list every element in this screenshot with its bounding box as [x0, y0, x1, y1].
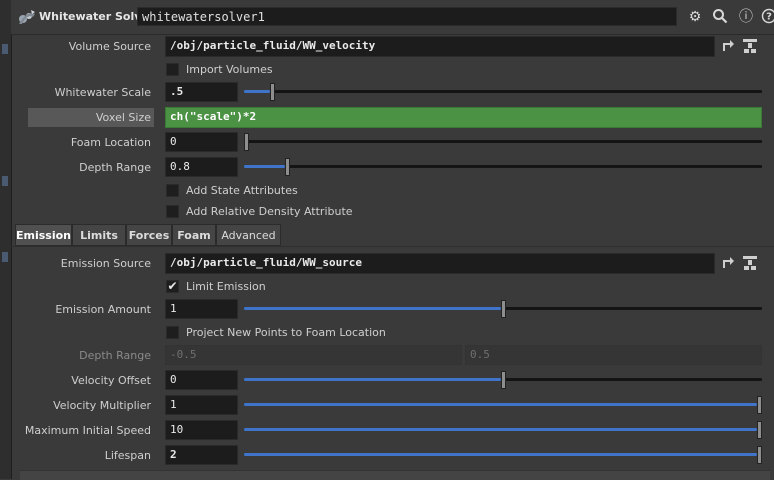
slider-handle[interactable]	[501, 300, 506, 318]
node-chooser-icon[interactable]	[742, 38, 758, 54]
emission-amount-label: Emission Amount	[11, 303, 151, 316]
search-icon[interactable]	[711, 8, 729, 26]
parameter-tab-bar: Emission Limits Forces Foam Advanced	[11, 224, 774, 247]
velocity-multiplier-label: Velocity Multiplier	[11, 399, 151, 412]
info-icon[interactable]: ⓘ	[737, 8, 755, 26]
max-initial-speed-slider[interactable]	[244, 420, 762, 440]
whitewater-scale-field[interactable]: .5	[165, 82, 238, 102]
lifespan-field[interactable]: 2	[165, 445, 238, 465]
lifespan-slider[interactable]	[244, 445, 762, 465]
depth-range-slider[interactable]	[244, 157, 762, 177]
add-relative-density-label: Add Relative Density Attribute	[186, 205, 353, 218]
volume-source-field[interactable]: /obj/particle_fluid/WW_velocity	[165, 36, 715, 57]
limit-emission-label: Limit Emission	[186, 280, 266, 293]
whitewater-scale-label: Whitewater Scale	[11, 86, 151, 99]
lifespan-label: Lifespan	[11, 449, 151, 462]
help-icon[interactable]: ?	[760, 8, 774, 26]
emission-amount-slider[interactable]	[244, 299, 762, 319]
emission-amount-field[interactable]: 1	[165, 299, 238, 319]
limit-emission-checkbox[interactable]: ✔	[166, 280, 179, 293]
volume-source-label: Volume Source	[11, 40, 151, 53]
slider-fill	[244, 307, 501, 310]
import-volumes-label: Import Volumes	[186, 63, 273, 76]
slider-fill	[244, 403, 757, 406]
gutter-marker	[2, 252, 8, 262]
slider-handle[interactable]	[244, 133, 249, 151]
slider-fill	[244, 165, 285, 168]
velocity-multiplier-field[interactable]: 1	[165, 395, 238, 415]
emission-depth-range-label: Depth Range	[11, 349, 151, 362]
emission-depth-range-min-field[interactable]: -0.5	[165, 345, 462, 365]
jump-to-operator-icon[interactable]	[720, 256, 736, 272]
foam-location-label: Foam Location	[11, 136, 151, 149]
slider-fill	[244, 453, 757, 456]
emission-depth-range-max-field[interactable]: 0.5	[465, 345, 762, 365]
slider-track	[244, 140, 762, 143]
emission-source-field[interactable]: /obj/particle_fluid/WW_source	[165, 253, 715, 274]
slider-handle[interactable]	[501, 371, 506, 389]
node-chooser-icon[interactable]	[742, 255, 758, 271]
add-state-attributes-label: Add State Attributes	[186, 184, 298, 197]
add-relative-density-checkbox[interactable]	[166, 205, 179, 218]
depth-range-label: Depth Range	[11, 161, 151, 174]
velocity-offset-field[interactable]: 0	[165, 370, 238, 390]
node-name-field[interactable]: whitewatersolver1	[137, 7, 677, 26]
slider-fill	[244, 428, 757, 431]
tab-limits[interactable]: Limits	[72, 224, 126, 246]
slider-fill	[244, 378, 501, 381]
voxel-size-label: Voxel Size	[11, 111, 151, 124]
gutter-marker	[2, 176, 8, 186]
tab-emission[interactable]: Emission	[15, 224, 72, 246]
emission-source-label: Emission Source	[11, 257, 151, 270]
jump-to-operator-icon[interactable]	[720, 39, 736, 55]
project-new-points-label: Project New Points to Foam Location	[186, 326, 386, 339]
slider-handle[interactable]	[757, 446, 762, 464]
tab-advanced[interactable]: Advanced	[216, 224, 281, 246]
tab-separator	[11, 246, 774, 247]
velocity-offset-label: Velocity Offset	[11, 374, 151, 387]
foam-location-field[interactable]: 0	[165, 132, 238, 152]
slider-fill	[244, 90, 270, 93]
max-initial-speed-label: Maximum Initial Speed	[11, 424, 151, 437]
whitewater-scale-slider[interactable]	[244, 82, 762, 102]
add-state-attributes-checkbox[interactable]	[166, 184, 179, 197]
tab-foam[interactable]: Foam	[172, 224, 216, 246]
whitewater-solver-icon	[17, 8, 37, 26]
foam-location-slider[interactable]	[244, 132, 762, 152]
gear-icon[interactable]: ⚙	[686, 8, 704, 26]
slider-track	[244, 165, 762, 168]
tab-forces[interactable]: Forces	[126, 224, 172, 246]
slider-handle[interactable]	[270, 83, 275, 101]
max-initial-speed-field[interactable]: 10	[165, 420, 238, 440]
depth-range-field[interactable]: 0.8	[165, 157, 238, 177]
velocity-multiplier-slider[interactable]	[244, 395, 762, 415]
slider-handle[interactable]	[285, 158, 290, 176]
velocity-offset-slider[interactable]	[244, 370, 762, 390]
gutter-marker	[2, 44, 8, 54]
project-new-points-checkbox[interactable]	[166, 326, 179, 339]
slider-handle[interactable]	[757, 396, 762, 414]
slider-track	[244, 90, 762, 93]
svg-text:?: ?	[766, 12, 772, 23]
import-volumes-checkbox[interactable]	[166, 63, 179, 76]
slider-handle[interactable]	[757, 421, 762, 439]
voxel-size-expression-field[interactable]: ch("scale")*2	[165, 107, 762, 128]
parameter-header: Whitewater Solver whitewatersolver1 ⚙ ⓘ …	[11, 0, 774, 35]
